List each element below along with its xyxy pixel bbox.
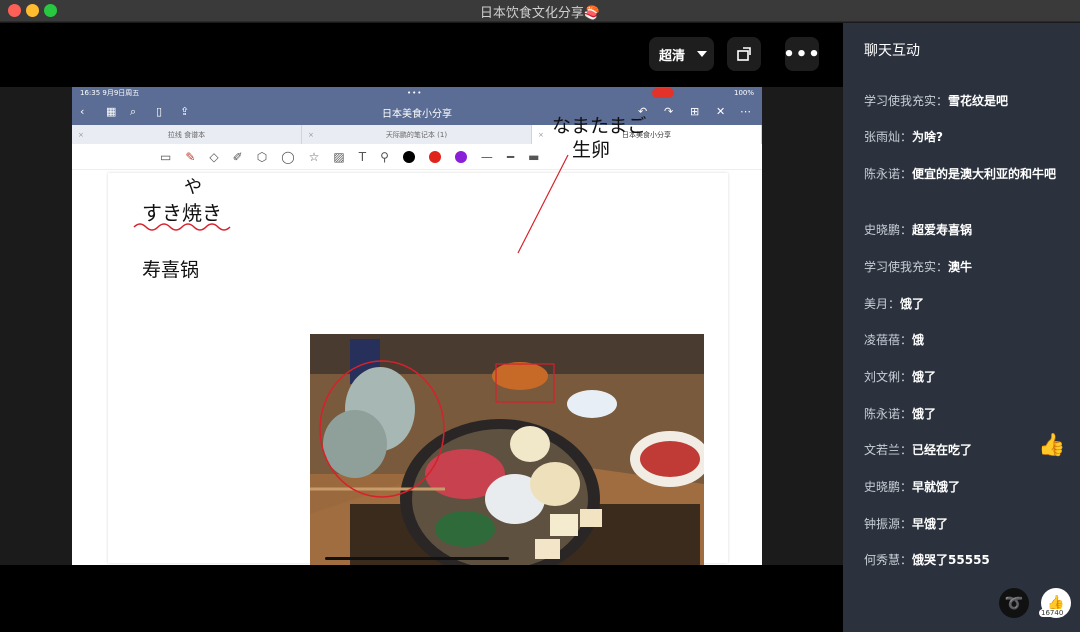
player-topbar: 超清 ••• — [0, 23, 843, 87]
message-text: 早就饿了 — [912, 480, 961, 494]
message-text: 早饿了 — [912, 517, 949, 531]
chat-panel: 聊天互动 学习使我充实：雪花纹是吧 张雨灿：为啥? 陈永诺：便宜的是澳大利亚的和… — [843, 23, 1080, 632]
like-count: 16740 — [1039, 609, 1066, 617]
message-text: 超爱寿喜锅 — [912, 223, 973, 237]
chat-message: 陈永诺：饿了 — [864, 405, 1064, 424]
close-tab-icon[interactable]: × — [538, 131, 544, 139]
chat-message: 文若兰：已经在吃了 — [864, 441, 1064, 460]
redo-icon[interactable]: ↷ — [664, 105, 673, 118]
swirl-icon: ➰ — [1004, 594, 1024, 612]
pointer-line — [517, 154, 569, 254]
chat-message: 学习使我充实：澳牛 — [864, 258, 1064, 277]
note-namatamago: なまたまご — [552, 115, 647, 137]
thumbs-up-icon: 👍 — [1038, 433, 1066, 458]
text-icon[interactable]: T — [359, 150, 366, 164]
message-author: 陈永诺： — [864, 407, 913, 421]
chat-message: 学习使我充实：雪花纹是吧 — [864, 92, 1064, 111]
message-author: 学习使我充实： — [864, 260, 949, 274]
close-tab-icon[interactable]: × — [308, 131, 314, 139]
chat-message: 凌蓓蓓：饿 — [864, 331, 1064, 350]
chat-message: 美月：饿了 — [864, 295, 1064, 314]
message-text: 饿了 — [900, 297, 925, 311]
battery-level: 100% — [733, 89, 754, 97]
message-text: 饿哭了55555 — [912, 553, 990, 567]
quality-label: 超清 — [659, 48, 686, 64]
home-indicator — [325, 557, 509, 560]
document-tabs: × 拉线 食谱本 × 天际鹏的笔记本 (1) × 日本美食小分享 — [72, 125, 762, 144]
message-text: 饿 — [912, 333, 925, 347]
multitask-dots-icon: ••• — [407, 89, 423, 97]
chat-message: 钟振源：早饿了 — [864, 515, 1064, 534]
eraser-icon[interactable]: ◇ — [209, 150, 218, 164]
chat-title: 聊天互动 — [864, 43, 920, 59]
message-text: 饿了 — [912, 407, 937, 421]
note-page: や すき焼き 寿喜锅 なまたまご 生卵 — [108, 115, 728, 565]
shared-screen: 16:35 9月9日周五 ••• 100% ‹ ▦ ⌕ ▯ ⇪ 日本美食小分享 … — [72, 87, 762, 565]
window-titlebar: 日本饮食文化分享🍣 — [0, 0, 1080, 22]
sidebar-toggle-icon[interactable]: ▭ — [160, 150, 171, 164]
chat-message: 张雨灿：为啥? — [864, 128, 1064, 147]
message-author: 张雨灿： — [864, 130, 913, 144]
image-icon[interactable]: ▨ — [333, 150, 344, 164]
tab-label: 天际鹏的笔记本 (1) — [385, 130, 448, 139]
color-black-swatch[interactable] — [402, 150, 415, 163]
color-red-swatch[interactable] — [428, 150, 441, 163]
chat-message: 刘文俐：饿了 — [864, 368, 1064, 387]
message-author: 刘文俐： — [864, 370, 913, 384]
close-tab-icon[interactable]: × — [78, 131, 84, 139]
chat-message: 陈永诺：便宜的是澳大利亚的和牛吧 — [864, 165, 1064, 184]
message-author: 文若兰： — [864, 443, 913, 457]
status-time: 16:35 9月9日周五 — [80, 89, 140, 97]
share-window-icon — [737, 47, 751, 61]
laser-pointer-icon[interactable]: ⚲ — [380, 150, 389, 164]
share-window-button[interactable] — [727, 37, 761, 71]
more-button[interactable]: ••• — [783, 37, 821, 71]
highlighter-icon[interactable]: ✐ — [233, 150, 243, 164]
pen-icon[interactable]: ✎ — [185, 150, 195, 164]
tab-label: 拉线 食谱本 — [167, 130, 206, 139]
message-author: 史晓鹏： — [864, 223, 913, 237]
chevron-down-icon — [697, 51, 708, 57]
tab-notebook-2[interactable]: × 天际鹏的笔记本 (1) — [302, 125, 532, 144]
message-author: 钟振源： — [864, 517, 913, 531]
tab-notebook-1[interactable]: × 拉线 食谱本 — [72, 125, 302, 144]
drawing-toolbar: ▭ ✎ ◇ ✐ ⬡ ◯ ☆ ▨ T ⚲ — ━ ▬ — [72, 144, 762, 170]
video-stage: 超清 ••• 16:35 9月9日周五 ••• 100% ‹ ▦ ⌕ ▯ ⇪ 日… — [0, 23, 843, 632]
ipad-status-bar: 16:35 9月9日周五 ••• 100% — [72, 87, 762, 99]
red-squiggle-underline — [133, 223, 231, 231]
color-purple-swatch[interactable] — [454, 150, 467, 163]
add-page-icon[interactable]: ⊞ — [690, 105, 699, 118]
lasso-icon[interactable]: ◯ — [281, 150, 294, 164]
more-icon[interactable]: ⋯ — [740, 105, 751, 118]
message-text: 已经在吃了 — [912, 443, 973, 457]
chat-message: 何秀慧：饿哭了55555 — [864, 551, 1064, 570]
chat-message: 史晓鹏：早就饿了 — [864, 478, 1064, 497]
note-ya: や — [184, 177, 202, 198]
message-text: 饿了 — [912, 370, 937, 384]
message-author: 陈永诺： — [864, 167, 913, 181]
sticker-icon[interactable]: ☆ — [309, 150, 320, 164]
message-author: 美月： — [864, 297, 901, 311]
window-title: 日本饮食文化分享🍣 — [479, 6, 601, 21]
message-text: 为啥? — [912, 130, 943, 144]
message-author: 学习使我充实： — [864, 94, 949, 108]
player-bottom-area — [0, 565, 843, 632]
note-sukiyaki-chinese: 寿喜锅 — [142, 259, 200, 281]
quality-select-button[interactable]: 超清 — [649, 37, 714, 71]
chat-message: 史晓鹏：超爱寿喜锅 — [864, 221, 1064, 240]
message-author: 史晓鹏： — [864, 480, 913, 494]
shapes-icon[interactable]: ⬡ — [257, 150, 267, 164]
message-text: 雪花纹是吧 — [948, 94, 1009, 108]
more-icon: ••• — [783, 43, 821, 65]
close-icon[interactable]: ✕ — [716, 105, 725, 118]
document-title[interactable]: 日本美食小分享 — [72, 105, 762, 120]
message-text: 澳牛 — [948, 260, 973, 274]
message-author: 凌蓓蓓： — [864, 333, 913, 347]
message-text: 便宜的是澳大利亚的和牛吧 — [912, 167, 1057, 181]
recording-indicator — [652, 88, 674, 98]
ipad-nav-bar: ‹ ▦ ⌕ ▯ ⇪ 日本美食小分享 ↶ ↷ ⊞ ✕ ⋯ — [72, 99, 762, 125]
chat-effects-button[interactable]: ➰ — [999, 588, 1029, 618]
message-author: 何秀慧： — [864, 553, 913, 567]
